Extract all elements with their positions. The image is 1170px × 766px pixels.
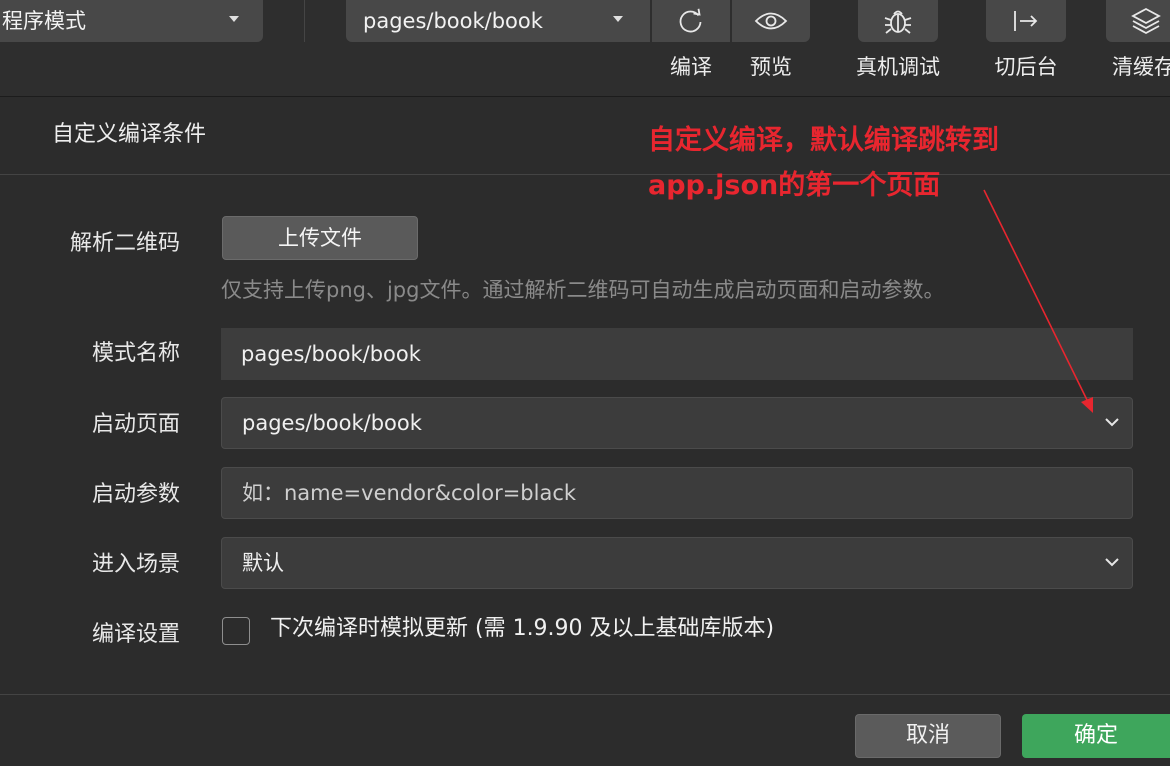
- qr-label: 解析二维码: [69, 231, 180, 256]
- start-params-label: 启动参数: [91, 482, 180, 507]
- chevron-down-icon: [1105, 418, 1119, 427]
- dialog-title: 自定义编译条件: [52, 122, 207, 147]
- layers-icon: [1131, 7, 1161, 35]
- switch-background-label: 切后台: [994, 55, 1058, 79]
- toolbar-divider: [304, 0, 305, 42]
- mode-select-value: 程序模式: [2, 9, 86, 33]
- clear-cache-button[interactable]: [1106, 0, 1170, 42]
- scene-select[interactable]: 默认: [221, 537, 1133, 589]
- preview-label: 预览: [750, 55, 792, 79]
- confirm-button[interactable]: 确定: [1022, 714, 1170, 758]
- footer-divider: [0, 694, 1170, 695]
- preview-button[interactable]: [732, 0, 810, 42]
- compile-label: 编译: [670, 55, 712, 79]
- cancel-button[interactable]: 取消: [855, 714, 1001, 758]
- refresh-icon: [679, 8, 702, 33]
- simulate-update-checkbox[interactable]: [222, 617, 250, 645]
- eye-icon: [754, 12, 788, 30]
- exit-arrow-icon: [1014, 11, 1038, 31]
- mode-name-value: pages/book/book: [241, 342, 421, 366]
- compile-button[interactable]: [652, 0, 730, 42]
- simulate-update-label[interactable]: 下次编译时模拟更新 (需 1.9.90 及以上基础库版本): [270, 612, 774, 646]
- mode-name-label: 模式名称: [91, 341, 180, 366]
- scene-label: 进入场景: [91, 552, 180, 577]
- switch-background-button[interactable]: [986, 0, 1066, 42]
- upload-hint: 仅支持上传png、jpg文件。通过解析二维码可自动生成启动页面和启动参数。: [221, 278, 945, 302]
- annotation-line-1: 自定义编译，默认编译跳转到: [648, 125, 999, 156]
- start-params-placeholder: 如：name=vendor&color=black: [242, 481, 577, 505]
- caret-down-icon: [229, 16, 239, 22]
- chevron-down-icon: [1105, 558, 1119, 567]
- clear-cache-label: 清缓存: [1112, 55, 1170, 79]
- start-page-label: 启动页面: [91, 412, 180, 437]
- caret-down-icon: [613, 16, 623, 22]
- start-page-select[interactable]: pages/book/book: [221, 397, 1133, 449]
- page-select-value: pages/book/book: [363, 9, 543, 33]
- mode-name-field[interactable]: pages/book/book: [221, 328, 1133, 380]
- start-page-value: pages/book/book: [242, 411, 422, 435]
- page-select[interactable]: pages/book/book: [346, 0, 650, 42]
- scene-value: 默认: [242, 551, 284, 575]
- mode-select[interactable]: 程序模式: [0, 0, 263, 42]
- annotation-line-2: app.json的第一个页面: [648, 170, 941, 201]
- compile-settings-label: 编译设置: [91, 622, 180, 647]
- upload-file-button[interactable]: 上传文件: [222, 216, 418, 260]
- start-params-input[interactable]: 如：name=vendor&color=black: [221, 467, 1133, 519]
- toolbar: 程序模式 pages/book/book 编译 预览 真机调试 切后台 清缓存: [0, 0, 1170, 97]
- remote-debug-label: 真机调试: [856, 55, 940, 79]
- bug-icon: [884, 10, 912, 34]
- remote-debug-button[interactable]: [858, 0, 938, 42]
